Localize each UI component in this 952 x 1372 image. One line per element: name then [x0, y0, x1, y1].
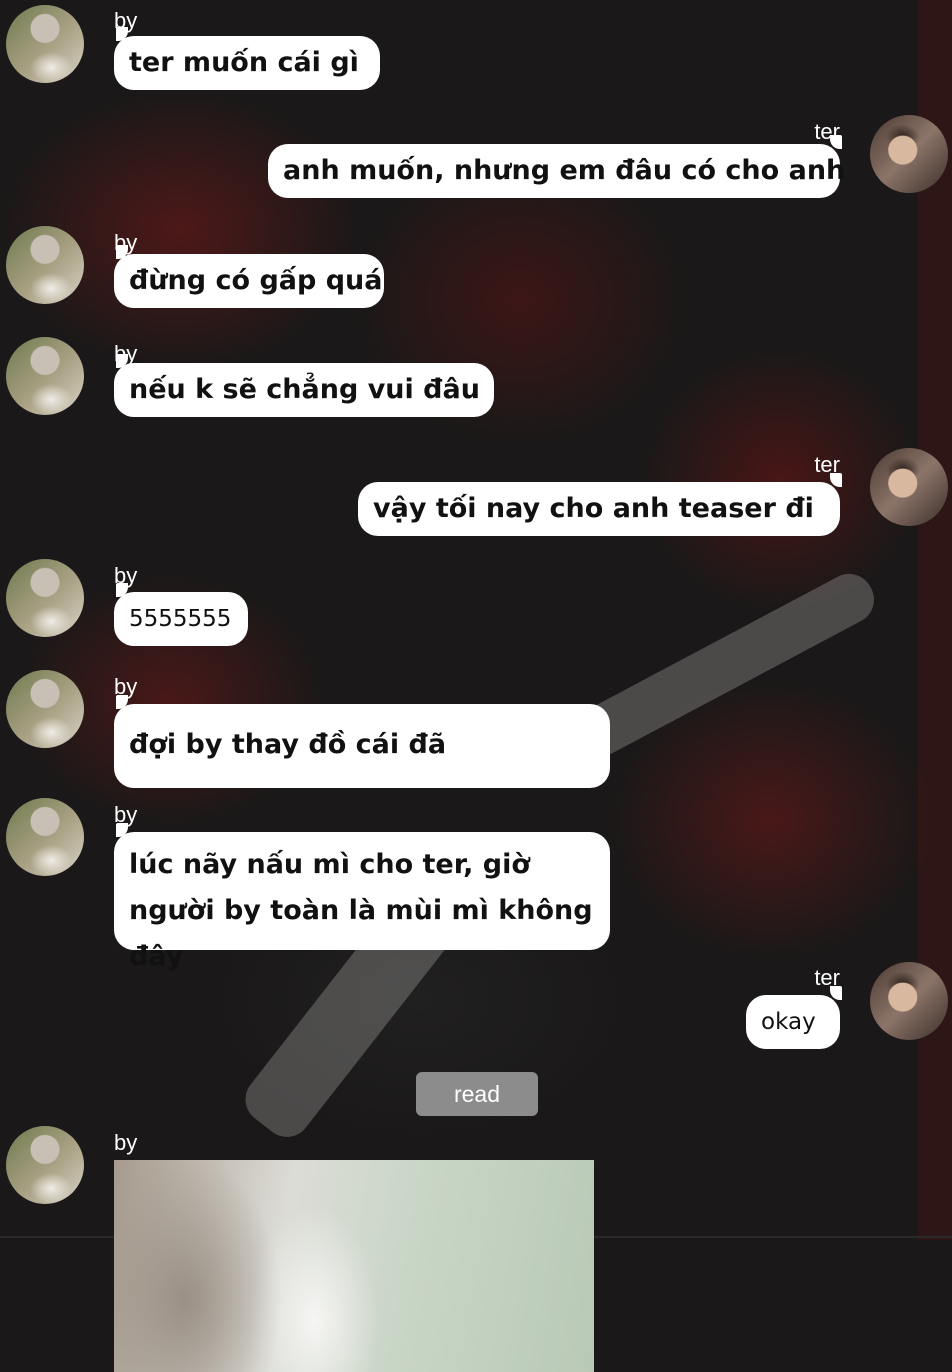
sender-name: by	[114, 1130, 138, 1155]
message-bubble[interactable]: 5555555	[114, 583, 248, 646]
message-bubble[interactable]: nếu k sẽ chẳng vui đâu	[114, 354, 494, 417]
message-bubble[interactable]: ter muốn cái gì	[114, 27, 380, 90]
message-bubble[interactable]: anh muốn, nhưng em đâu có cho anh	[268, 135, 845, 198]
avatar[interactable]	[6, 670, 84, 748]
avatar[interactable]	[870, 448, 948, 526]
avatar[interactable]	[6, 559, 84, 637]
photo-message[interactable]	[114, 1160, 594, 1372]
avatar[interactable]	[870, 115, 948, 193]
avatar[interactable]	[6, 1126, 84, 1204]
read-receipt-label: read	[416, 1072, 538, 1116]
background-decoration	[567, 565, 883, 765]
message-bubble[interactable]: đừng có gấp quá	[114, 245, 384, 308]
avatar[interactable]	[6, 5, 84, 83]
avatar[interactable]	[6, 337, 84, 415]
message-bubble[interactable]: vậy tối nay cho anh teaser đi	[358, 473, 842, 536]
avatar[interactable]	[6, 798, 84, 876]
message-bubble[interactable]: okay	[746, 986, 842, 1049]
avatar[interactable]	[6, 226, 84, 304]
avatar[interactable]	[870, 962, 948, 1040]
message-bubble[interactable]: lúc nãy nấu mì cho ter, giờ người by toà…	[114, 823, 610, 972]
message-bubble[interactable]: đợi by thay đồ cái đã	[114, 695, 610, 788]
